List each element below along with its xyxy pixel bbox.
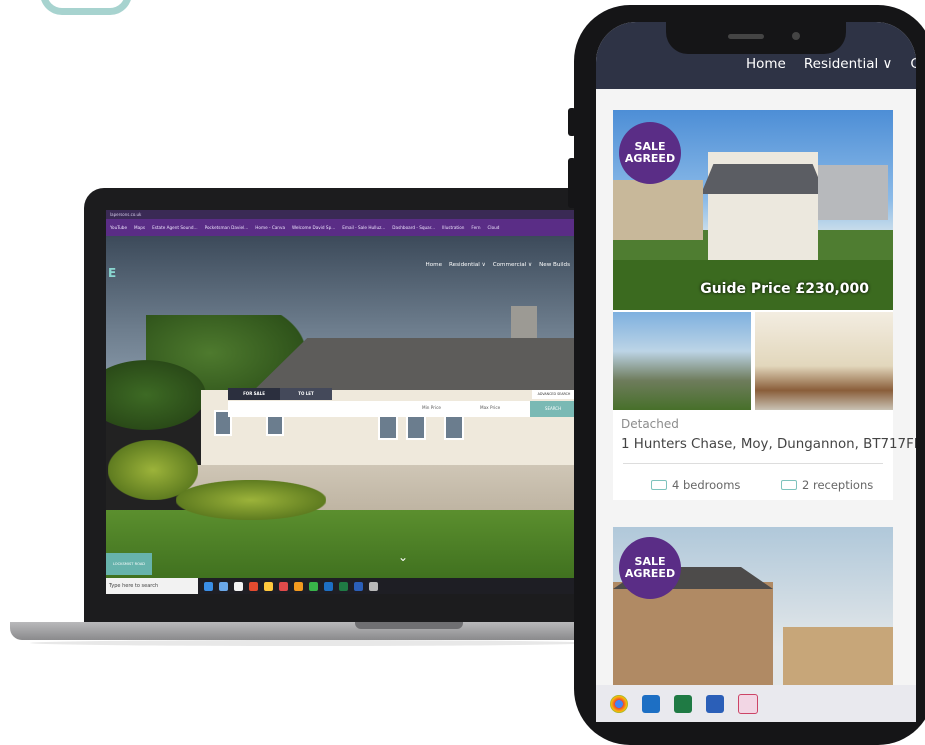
nav-commercial[interactable]: Co (910, 56, 916, 72)
phone-screen: Home Residential ∨ Co SALE AGREED Guide … (596, 22, 916, 722)
scroll-down-icon[interactable]: ⌄ (398, 550, 408, 564)
tab-for-sale[interactable]: FOR SALE (228, 388, 280, 400)
browser-url-bar[interactable]: lapersons.co.uk (106, 210, 576, 219)
phone-taskbar (596, 685, 916, 722)
word-icon[interactable] (354, 581, 363, 591)
file-explorer-icon[interactable] (219, 581, 228, 591)
word-icon[interactable] (706, 694, 724, 713)
phone-notch (666, 10, 846, 54)
property-type: Detached (621, 417, 679, 431)
laptop-shadow (30, 640, 590, 646)
guide-price: Guide Price £230,000 (700, 281, 869, 297)
edge-icon[interactable] (204, 581, 213, 591)
chrome-icon[interactable] (610, 694, 628, 713)
laptop-screen: lapersons.co.uk YouTube Maps Estate Agen… (106, 210, 576, 594)
featured-pill[interactable]: LOCKSMIST ROAD (106, 553, 152, 575)
max-price-select[interactable]: Max Price (480, 405, 500, 410)
app-icon[interactable] (249, 581, 258, 591)
property-photo[interactable]: SALE AGREED Guide Price £230,000 (613, 110, 893, 310)
badge-line: AGREED (624, 567, 676, 580)
property-card[interactable]: SALE AGREED Guide Price £230,000 Detache… (613, 110, 916, 500)
laptop-notch (355, 622, 463, 629)
min-price-select[interactable]: Min Price (422, 405, 441, 410)
bookmark-item[interactable]: Maps (134, 225, 145, 230)
receptions-label: 2 receptions (802, 478, 874, 492)
thumbnail-exterior[interactable] (613, 312, 751, 410)
bedrooms-feature: 4 bedrooms (651, 478, 740, 492)
hero-hedge (176, 480, 326, 520)
logo-fragment (40, 0, 132, 15)
chrome-icon[interactable] (309, 581, 318, 591)
tab-to-let[interactable]: TO LET (280, 388, 332, 400)
receptions-feature: 2 receptions (781, 478, 873, 492)
nav-residential[interactable]: Residential ∨ (449, 262, 486, 268)
sale-agreed-badge: SALE AGREED (619, 122, 681, 184)
photo-house-rear (818, 165, 888, 220)
app-icon[interactable] (279, 581, 288, 591)
search-button[interactable]: SEARCH (530, 401, 576, 417)
sofa-icon (781, 480, 797, 490)
bookmark-item[interactable]: Fern (471, 225, 480, 230)
excel-icon[interactable] (674, 694, 692, 713)
outlook-icon[interactable] (642, 694, 660, 713)
advanced-search-button[interactable]: ADVANCED SEARCH (532, 390, 576, 399)
card-divider (623, 463, 883, 464)
laptop-base (10, 622, 610, 640)
excel-icon[interactable] (339, 581, 348, 591)
site-nav: Home Residential ∨ Commercial ∨ New Buil… (426, 262, 571, 268)
nav-residential[interactable]: Residential ∨ (804, 56, 893, 72)
bookmark-item[interactable]: Welcome David Sp... (292, 225, 335, 230)
bookmark-item[interactable]: Email - Sale Hulluz... (342, 225, 385, 230)
bookmark-item[interactable]: Dashboard - Squar... (392, 225, 435, 230)
bedrooms-label: 4 bedrooms (672, 478, 741, 492)
site-logo[interactable]: E (108, 266, 116, 280)
bookmark-item[interactable]: Home - Canva (255, 225, 285, 230)
bookmarks-bar: YouTube Maps Estate Agent Sound... Pocke… (106, 219, 576, 236)
search-bar[interactable]: Min Price Max Price (228, 401, 536, 417)
windows-taskbar: Type here to search (106, 578, 576, 594)
paint-icon[interactable] (738, 693, 758, 714)
search-tabs: FOR SALE TO LET (228, 388, 332, 400)
badge-line: AGREED (624, 152, 676, 165)
bookmark-item[interactable]: Pocketsman Daviel... (205, 225, 249, 230)
nav-commercial[interactable]: Commercial ∨ (493, 262, 532, 268)
bookmark-item[interactable]: Illustration (442, 225, 464, 230)
store-icon[interactable] (234, 581, 243, 591)
taskbar-search-input[interactable]: Type here to search (106, 578, 198, 594)
outlook-icon[interactable] (324, 581, 333, 591)
bookmark-item[interactable]: Estate Agent Sound... (152, 225, 198, 230)
sale-agreed-badge: SALE AGREED (619, 537, 681, 599)
phone-nav: Home Residential ∨ Co (746, 56, 916, 72)
thumbnail-kitchen[interactable] (755, 312, 893, 410)
hero-trees-left (106, 360, 206, 430)
photo-neighbour (613, 180, 703, 240)
nav-home[interactable]: Home (426, 262, 443, 268)
app-icon[interactable] (369, 581, 378, 591)
bookmark-item[interactable]: YouTube (110, 225, 127, 230)
thumbnail-strip (613, 312, 893, 410)
photo-roof (701, 164, 825, 194)
property-address[interactable]: 1 Hunters Chase, Moy, Dungannon, BT717FD (621, 437, 916, 452)
app-icon[interactable] (294, 581, 303, 591)
nav-home[interactable]: Home (746, 56, 786, 72)
nav-new-builds[interactable]: New Builds (539, 262, 570, 268)
front-camera (792, 32, 800, 40)
app-icon[interactable] (264, 581, 273, 591)
bed-icon (651, 480, 667, 490)
speaker-grille (728, 34, 764, 39)
bookmark-item[interactable]: Cloud (487, 225, 499, 230)
